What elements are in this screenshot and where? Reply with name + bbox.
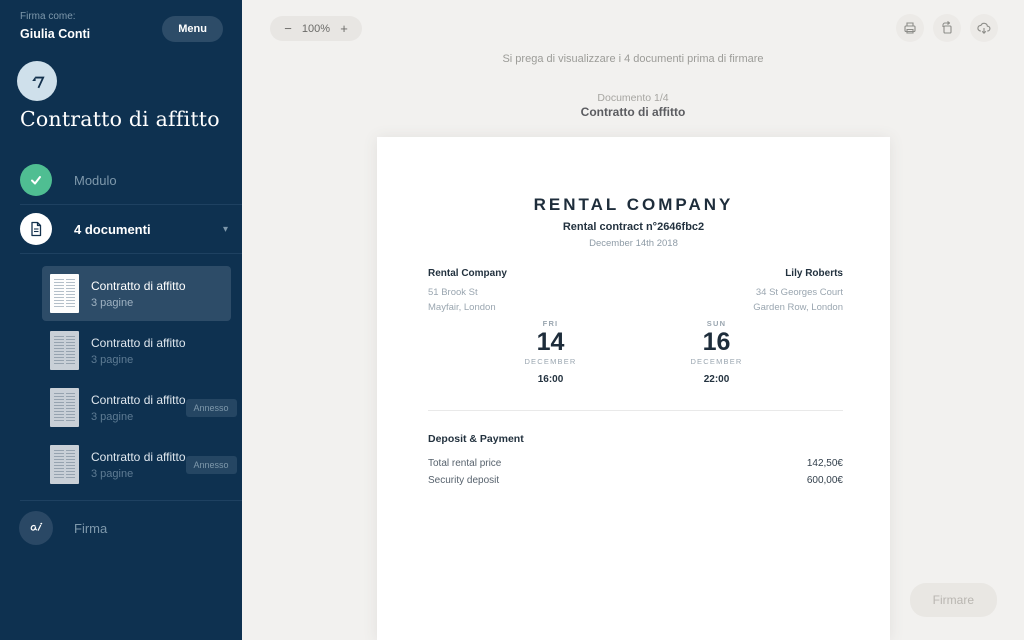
document-item-title: Contratto di affitto: [91, 336, 223, 350]
parties-block: Rental Company 51 Brook St Mayfair, Lond…: [428, 268, 843, 315]
zoom-in-button[interactable]: +: [332, 21, 356, 36]
document-page: RENTAL COMPANY Rental contract n°2646fbc…: [377, 137, 890, 640]
contract-date: December 14th 2018: [377, 238, 890, 249]
chevron-down-icon[interactable]: ▾: [223, 224, 228, 235]
rotate-button[interactable]: [933, 14, 961, 42]
print-button[interactable]: [896, 14, 924, 42]
app-logo: [17, 61, 57, 101]
document-item-pages: 3 pagine: [91, 354, 223, 366]
sidebar-item-module[interactable]: Modulo: [20, 164, 117, 196]
documents-header[interactable]: 4 documenti ▾: [20, 213, 228, 245]
rental-dates: FRI 14 DECEMBER 16:00 SUN 16 DECEMBER 22…: [377, 319, 890, 385]
sign-as-label: Firma come:: [20, 11, 90, 22]
menu-button[interactable]: Menu: [162, 16, 223, 42]
payment-section-title: Deposit & Payment: [428, 433, 524, 445]
document-thumbnail: [50, 274, 79, 313]
toolbar-actions: [896, 14, 998, 42]
document-item-title: Contratto di affitto: [91, 393, 186, 407]
user-name: Giulia Conti: [20, 27, 90, 41]
sidebar-item-firma[interactable]: Firma: [19, 511, 107, 545]
sidebar-title: Contratto di affitto: [20, 107, 220, 131]
zoom-level: 100%: [300, 23, 332, 35]
document-list: Contratto di affitto 3 pagine Contratto …: [42, 266, 231, 494]
contract-number: Rental contract n°2646fbc2: [377, 221, 890, 233]
document-list-item-3[interactable]: Contratto di affitto 3 pagine Annesso: [42, 380, 231, 435]
firma-label: Firma: [74, 521, 107, 536]
document-item-title: Contratto di affitto: [91, 279, 223, 293]
cloud-download-icon: [976, 20, 992, 36]
zoom-out-button[interactable]: −: [276, 21, 300, 36]
document-item-pages: 3 pagine: [91, 411, 186, 423]
rotate-icon: [939, 20, 955, 36]
annex-badge: Annesso: [186, 456, 237, 474]
checkout-date: SUN 16 DECEMBER 22:00: [677, 319, 757, 385]
document-list-item-4[interactable]: Contratto di affitto 3 pagine Annesso: [42, 437, 231, 492]
sign-button[interactable]: Firmare: [910, 583, 997, 617]
download-button[interactable]: [970, 14, 998, 42]
divider: [20, 253, 242, 254]
divider: [20, 500, 242, 501]
document-item-pages: 3 pagine: [91, 468, 186, 480]
document-item-title: Contratto di affitto: [91, 450, 186, 464]
sidebar: Firma come: Giulia Conti Menu Contratto …: [0, 0, 242, 640]
party-to: Lily Roberts 34 St Georges Court Garden …: [753, 268, 843, 315]
zoom-control: − 100% +: [270, 16, 362, 41]
document-thumbnail: [50, 445, 79, 484]
sign-as-block: Firma come: Giulia Conti: [20, 11, 90, 41]
divider: [428, 410, 843, 411]
payment-row: Total rental price 142,50€: [428, 458, 843, 469]
documents-header-label: 4 documenti: [74, 222, 223, 237]
payment-row: Security deposit 600,00€: [428, 475, 843, 486]
app-root: Firma come: Giulia Conti Menu Contratto …: [0, 0, 1024, 640]
logo-icon: [26, 70, 48, 92]
check-icon: [20, 164, 52, 196]
printer-icon: [902, 20, 918, 36]
document-thumbnail: [50, 388, 79, 427]
view-documents-notice: Si prega di visualizzare i 4 documenti p…: [242, 53, 1024, 65]
document-counter: Documento 1/4: [242, 92, 1024, 104]
document-item-pages: 3 pagine: [91, 297, 223, 309]
company-title: RENTAL COMPANY: [377, 195, 890, 215]
signature-icon: [19, 511, 53, 545]
divider: [20, 204, 242, 205]
annex-badge: Annesso: [186, 399, 237, 417]
document-thumbnail: [50, 331, 79, 370]
checkin-date: FRI 14 DECEMBER 16:00: [511, 319, 591, 385]
party-from: Rental Company 51 Brook St Mayfair, Lond…: [428, 268, 507, 315]
document-icon: [20, 213, 52, 245]
module-label: Modulo: [74, 173, 117, 188]
document-list-item-2[interactable]: Contratto di affitto 3 pagine: [42, 323, 231, 378]
document-list-item-1[interactable]: Contratto di affitto 3 pagine: [42, 266, 231, 321]
current-document-title: Contratto di affitto: [242, 105, 1024, 119]
